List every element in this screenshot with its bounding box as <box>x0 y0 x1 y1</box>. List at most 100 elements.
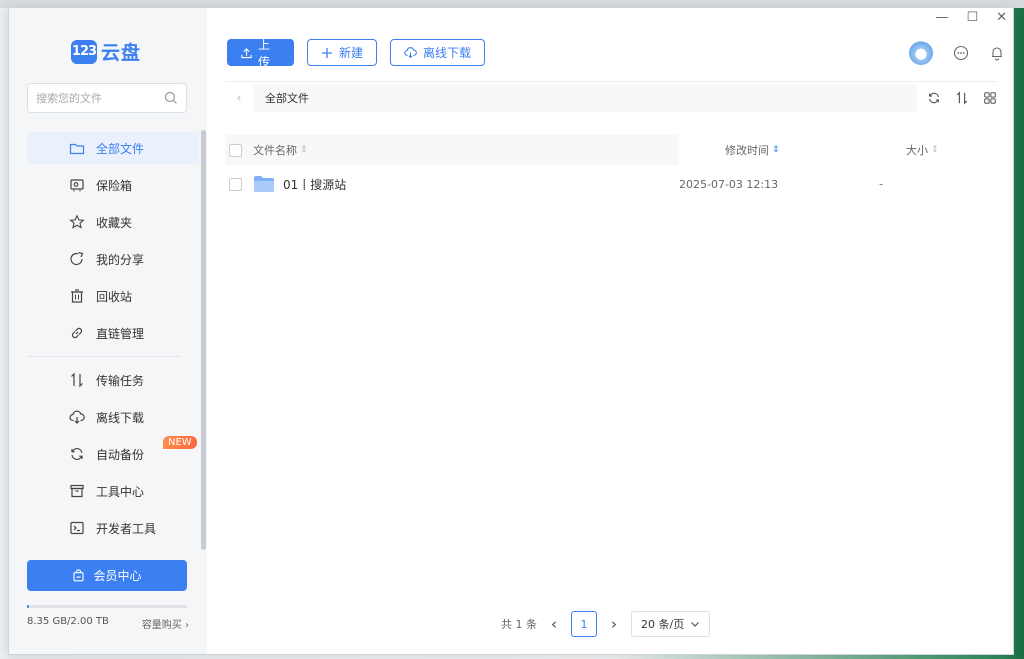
sidebar-item-auto-backup[interactable]: 自动备份 NEW <box>27 436 199 470</box>
sidebar-scrollbar[interactable] <box>201 130 206 550</box>
sort-arrows-icon[interactable]: ⇕ <box>772 145 780 155</box>
file-size: - <box>879 177 884 191</box>
table-row[interactable]: 01丨搜源站 2025-07-03 12:13 - <box>225 169 997 199</box>
sidebar-item-label: 我的分享 <box>96 252 145 267</box>
close-icon[interactable]: ✕ <box>996 10 1007 25</box>
toolbar: 上传 新建 离线下载 <box>227 38 486 69</box>
chevron-down-icon <box>691 622 700 627</box>
sidebar-item-label: 开发者工具 <box>96 521 157 536</box>
sidebar-item-transfers[interactable]: 传输任务 <box>27 364 199 396</box>
bag-icon <box>73 569 85 582</box>
page-size-label: 20 条/页 <box>641 618 685 631</box>
sidebar-item-label: 保险箱 <box>96 178 133 193</box>
main-panel: — ☐ ✕ 上传 新建 离线下载 ‹ 全部文件 文件名称 ⇕ 修改时间 ⇕ 大小… <box>207 8 1013 654</box>
sidebar-item-developer-tools[interactable]: 开发者工具 <box>27 512 199 544</box>
size-column-header: 大小 ⇕ <box>906 142 939 158</box>
search-input[interactable] <box>36 91 164 105</box>
sidebar-item-label: 工具中心 <box>96 484 145 499</box>
avatar[interactable] <box>909 41 933 65</box>
folder-icon <box>254 176 274 192</box>
maximize-icon[interactable]: ☐ <box>966 10 978 25</box>
sidebar-item-favorites[interactable]: 收藏夹 <box>27 206 199 238</box>
sidebar-divider <box>27 356 181 357</box>
logo-badge: 123 <box>71 39 97 64</box>
sidebar-item-my-share[interactable]: 我的分享 <box>27 243 199 275</box>
header-divider <box>225 81 997 82</box>
sidebar-item-recycle-bin[interactable]: 回收站 <box>27 280 199 312</box>
upload-label: 上传 <box>258 37 271 69</box>
quota-progress <box>27 605 187 608</box>
upload-button[interactable]: 上传 <box>227 38 294 69</box>
quota-row: 8.35 GB/2.00 TB 容量购买 › <box>27 616 189 631</box>
view-controls <box>917 91 997 105</box>
sidebar-item-all-files[interactable]: 全部文件 <box>27 132 199 164</box>
grid-view-icon[interactable] <box>983 91 997 105</box>
sidebar-item-offline-download[interactable]: 离线下载 <box>27 401 199 433</box>
sidebar-item-label: 全部文件 <box>96 141 145 156</box>
header-actions <box>909 41 1005 65</box>
vip-center-button[interactable]: 会员中心 <box>27 560 187 591</box>
toolbox-icon <box>70 484 84 498</box>
sidebar-item-label: 回收站 <box>96 289 133 304</box>
more-icon[interactable] <box>953 45 969 61</box>
sidebar-item-label: 直链管理 <box>96 326 145 341</box>
sort-arrows-icon[interactable]: ⇕ <box>300 145 308 155</box>
cloud-download-icon <box>69 410 85 424</box>
sidebar-item-tool-center[interactable]: 工具中心 <box>27 475 199 507</box>
upload-icon <box>241 47 252 58</box>
new-button[interactable]: 新建 <box>307 39 378 66</box>
name-header-label[interactable]: 文件名称 <box>253 142 297 158</box>
row-checkbox[interactable] <box>229 177 242 191</box>
sidebar-item-safe[interactable]: 保险箱 <box>27 169 199 201</box>
window-controls: — ☐ ✕ <box>935 10 1007 25</box>
table-header: 文件名称 ⇕ 修改时间 ⇕ 大小 ⇕ <box>225 135 997 165</box>
name-column-header: 文件名称 ⇕ <box>225 135 679 165</box>
transfer-icon <box>71 372 83 388</box>
file-name[interactable]: 01丨搜源站 <box>283 176 679 193</box>
app-logo: 123 云盘 <box>71 38 141 65</box>
breadcrumb: ‹ 全部文件 <box>225 84 997 112</box>
modified-column-header: 修改时间 ⇕ <box>725 142 820 158</box>
new-badge: NEW <box>163 436 197 449</box>
sidebar-item-label: 传输任务 <box>96 373 145 388</box>
back-icon[interactable]: ‹ <box>225 91 253 106</box>
prev-page-icon[interactable]: ‹ <box>551 615 557 633</box>
link-icon <box>71 327 83 339</box>
offline-download-label: 离线下载 <box>423 46 472 60</box>
logo-text: 云盘 <box>101 42 142 64</box>
plus-icon <box>322 47 332 58</box>
nav-secondary: 传输任务 离线下载 自动备份 NEW 工具中心 开发者工具 <box>27 364 199 549</box>
sidebar-item-direct-links[interactable]: 直链管理 <box>27 317 199 349</box>
pagination: 共 1 条 ‹ 1 › 20 条/页 <box>501 611 711 637</box>
page-number[interactable]: 1 <box>571 611 597 637</box>
file-modified: 2025-07-03 12:13 <box>679 177 779 191</box>
sync-icon <box>71 448 83 460</box>
star-icon <box>69 214 85 229</box>
terminal-icon <box>70 521 84 535</box>
trash-icon <box>71 289 83 303</box>
search-icon[interactable] <box>164 91 178 105</box>
breadcrumb-path[interactable]: 全部文件 <box>253 84 917 112</box>
sidebar-item-label: 自动备份 <box>96 447 145 462</box>
sort-arrows-icon[interactable]: ⇕ <box>931 145 939 155</box>
bell-icon[interactable] <box>989 45 1005 61</box>
sidebar-item-label: 离线下载 <box>96 410 145 425</box>
next-page-icon[interactable]: › <box>611 615 617 633</box>
search-box <box>27 83 187 113</box>
modified-header-label[interactable]: 修改时间 <box>725 142 769 158</box>
sort-icon[interactable] <box>955 91 969 105</box>
sidebar-item-label: 收藏夹 <box>96 215 133 230</box>
app-window: 123 云盘 全部文件 保险箱 收藏夹 我的分享 <box>8 7 1014 655</box>
page-size-select[interactable]: 20 条/页 <box>631 611 711 637</box>
nav-primary: 全部文件 保险箱 收藏夹 我的分享 回收站 直链管理 <box>27 132 199 354</box>
select-all-checkbox[interactable] <box>229 143 242 157</box>
vip-center-label: 会员中心 <box>93 569 142 583</box>
offline-download-button[interactable]: 离线下载 <box>390 39 486 66</box>
total-count: 共 1 条 <box>501 618 537 631</box>
refresh-icon[interactable] <box>927 91 941 105</box>
sidebar: 123 云盘 全部文件 保险箱 收藏夹 我的分享 <box>9 8 207 654</box>
minimize-icon[interactable]: — <box>935 10 948 25</box>
cloud-download-icon <box>404 47 417 59</box>
size-header-label[interactable]: 大小 <box>906 142 928 158</box>
buy-capacity-link[interactable]: 容量购买 › <box>142 616 189 631</box>
